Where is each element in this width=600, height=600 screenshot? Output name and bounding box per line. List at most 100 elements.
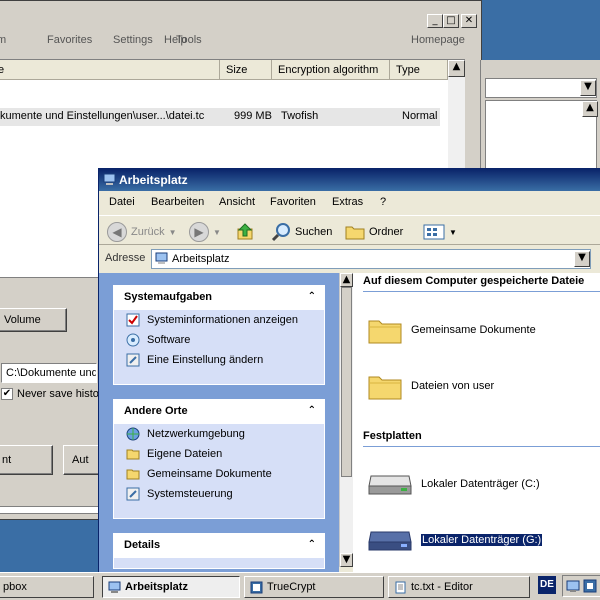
folder-icon bbox=[126, 469, 140, 480]
folders-button[interactable]: Ordner bbox=[345, 221, 403, 243]
address-input[interactable]: Arbeitsplatz ▼ bbox=[151, 249, 591, 269]
place-item-label: Gemeinsame Dokumente bbox=[147, 468, 272, 480]
collapse-chevron-icon[interactable]: ⌃ bbox=[308, 405, 316, 416]
column-header-volume[interactable]: e bbox=[0, 60, 220, 80]
network-icon bbox=[126, 427, 140, 441]
truecrypt-tray-icon[interactable] bbox=[583, 579, 597, 593]
system-tasks-title: Systemaufgaben bbox=[124, 291, 213, 303]
chevron-down-icon[interactable]: ▼ bbox=[580, 80, 596, 96]
chevron-down-icon[interactable]: ▼ bbox=[574, 251, 590, 267]
explorer-title: Arbeitsplatz bbox=[119, 173, 188, 187]
taskbar-item-label: pbox bbox=[3, 581, 27, 593]
menu-volumes[interactable]: m bbox=[0, 34, 6, 46]
details-panel: Details ⌃ bbox=[113, 533, 325, 569]
homepage-link[interactable]: Homepage bbox=[411, 34, 465, 46]
task-item-system-info[interactable]: Systeminformationen anzeigen bbox=[114, 310, 324, 330]
place-item-network[interactable]: Netzwerkumgebung bbox=[114, 424, 324, 444]
column-header-size[interactable]: Size bbox=[220, 60, 272, 80]
taskpane-scrollbar[interactable]: ▲ ▼ bbox=[339, 273, 353, 567]
folder-label: Dateien von user bbox=[411, 380, 495, 392]
taskbar-item-truecrypt[interactable]: TrueCrypt bbox=[244, 576, 384, 598]
scroll-down-icon[interactable]: ▼ bbox=[340, 553, 353, 567]
volume-path-input[interactable]: C:\Dokumente und bbox=[1, 363, 97, 383]
task-item-change-setting[interactable]: Eine Einstellung ändern bbox=[114, 350, 324, 370]
forward-button[interactable]: ▶ ▼ bbox=[189, 221, 221, 243]
folder-item-user-files[interactable]: Dateien von user bbox=[367, 365, 494, 407]
details-header[interactable]: Details ⌃ bbox=[114, 534, 324, 558]
truecrypt-lower-panel: Volume C:\Dokumente und ✔ Never save his… bbox=[0, 277, 103, 507]
place-item-my-documents[interactable]: Eigene Dateien bbox=[114, 444, 324, 464]
network-tray-icon[interactable] bbox=[566, 579, 580, 593]
auto-mount-button[interactable]: Aut bbox=[63, 445, 103, 475]
taskbar-item-arbeitsplatz[interactable]: Arbeitsplatz bbox=[102, 576, 240, 598]
hard-drive-icon bbox=[368, 531, 412, 551]
notepad-icon bbox=[395, 581, 406, 594]
menu-bearbeiten[interactable]: Bearbeiten bbox=[151, 196, 204, 208]
explorer-titlebar[interactable]: Arbeitsplatz bbox=[99, 169, 600, 191]
mount-button[interactable]: nt bbox=[0, 445, 53, 475]
task-item-software[interactable]: Software bbox=[114, 330, 324, 350]
other-places-header[interactable]: Andere Orte ⌃ bbox=[114, 400, 324, 424]
truecrypt-titlebar[interactable]: _ □ ✕ bbox=[0, 11, 481, 31]
close-button[interactable]: ✕ bbox=[461, 14, 477, 28]
scroll-up-icon[interactable]: ▲ bbox=[582, 101, 598, 117]
drive-item-c[interactable]: Lokaler Datenträger (C:) bbox=[367, 463, 540, 505]
list-box[interactable]: ▲ bbox=[485, 100, 598, 170]
documents-folder-icon bbox=[126, 449, 140, 460]
never-save-history-label: Never save histo bbox=[17, 388, 99, 400]
maximize-button[interactable]: □ bbox=[443, 14, 459, 28]
folder-icon bbox=[368, 320, 402, 344]
search-button[interactable]: Suchen bbox=[271, 221, 332, 243]
volume-algorithm: Twofish bbox=[281, 110, 319, 122]
place-item-shared-documents[interactable]: Gemeinsame Dokumente bbox=[114, 464, 324, 484]
menu-settings[interactable]: Settings bbox=[113, 34, 153, 46]
menu-extras[interactable]: Extras bbox=[332, 196, 363, 208]
views-button[interactable]: ▼ bbox=[423, 221, 457, 243]
menu-favoriten[interactable]: Favoriten bbox=[270, 196, 316, 208]
volume-type: Normal bbox=[402, 110, 438, 122]
taskbar-item-pbox[interactable]: pbox bbox=[0, 576, 94, 598]
back-button[interactable]: ◀ Zurück ▼ bbox=[107, 221, 177, 243]
collapse-chevron-icon[interactable]: ⌃ bbox=[308, 291, 316, 302]
place-item-control-panel[interactable]: Systemsteuerung bbox=[114, 484, 324, 504]
up-folder-button[interactable] bbox=[236, 221, 256, 243]
dropdown-field[interactable]: ▼ bbox=[485, 78, 597, 98]
taskbar-item-label: tc.txt - Editor bbox=[411, 581, 473, 593]
computer-icon bbox=[108, 581, 121, 593]
truecrypt-menubar: m Favorites Tools Settings Help Homepage bbox=[0, 31, 481, 51]
language-indicator[interactable]: DE bbox=[538, 576, 556, 594]
menu-datei[interactable]: Datei bbox=[109, 196, 135, 208]
never-save-history-checkbox[interactable]: ✔ bbox=[1, 388, 13, 400]
drive-item-g[interactable]: Lokaler Datenträger (G:) bbox=[367, 519, 544, 561]
scroll-up-icon[interactable]: ▲ bbox=[448, 60, 465, 77]
select-volume-button[interactable]: Volume bbox=[0, 308, 67, 332]
content-pane: Auf diesem Computer gespeicherte Dateie … bbox=[353, 273, 600, 573]
scroll-up-icon[interactable]: ▲ bbox=[340, 273, 353, 287]
taskbar: pbox Arbeitsplatz TrueCrypt tc.txt - Edi… bbox=[0, 572, 600, 600]
place-item-label: Systemsteuerung bbox=[147, 488, 233, 500]
section-divider bbox=[363, 446, 600, 447]
back-label: Zurück bbox=[131, 226, 165, 238]
views-icon bbox=[423, 224, 445, 240]
taskbar-item-editor[interactable]: tc.txt - Editor bbox=[388, 576, 530, 598]
column-header-encryption[interactable]: Encryption algorithm bbox=[272, 60, 390, 80]
table-row[interactable]: kumente und Einstellungen\user...\datei.… bbox=[0, 108, 440, 126]
scroll-thumb[interactable] bbox=[341, 287, 352, 477]
minimize-button[interactable]: _ bbox=[427, 14, 443, 28]
menu-favorites[interactable]: Favorites bbox=[47, 34, 92, 46]
menu-help[interactable]: Help bbox=[164, 34, 187, 46]
collapse-chevron-icon[interactable]: ⌃ bbox=[308, 539, 316, 550]
hard-drive-icon bbox=[368, 475, 412, 495]
column-header-type[interactable]: Type bbox=[390, 60, 448, 80]
menu-help[interactable]: ? bbox=[380, 196, 386, 208]
computer-icon bbox=[103, 173, 116, 185]
folder-item-shared-documents[interactable]: Gemeinsame Dokumente bbox=[367, 309, 536, 351]
menu-ansicht[interactable]: Ansicht bbox=[219, 196, 255, 208]
address-label: Adresse bbox=[105, 252, 146, 264]
system-tasks-header[interactable]: Systemaufgaben ⌃ bbox=[114, 286, 324, 310]
up-folder-icon bbox=[237, 223, 253, 240]
task-item-label: Systeminformationen anzeigen bbox=[147, 314, 299, 326]
place-item-label: Netzwerkumgebung bbox=[147, 428, 245, 440]
volume-path: kumente und Einstellungen\user...\datei.… bbox=[0, 110, 205, 122]
explorer-menubar: Datei Bearbeiten Ansicht Favoriten Extra… bbox=[99, 191, 600, 213]
